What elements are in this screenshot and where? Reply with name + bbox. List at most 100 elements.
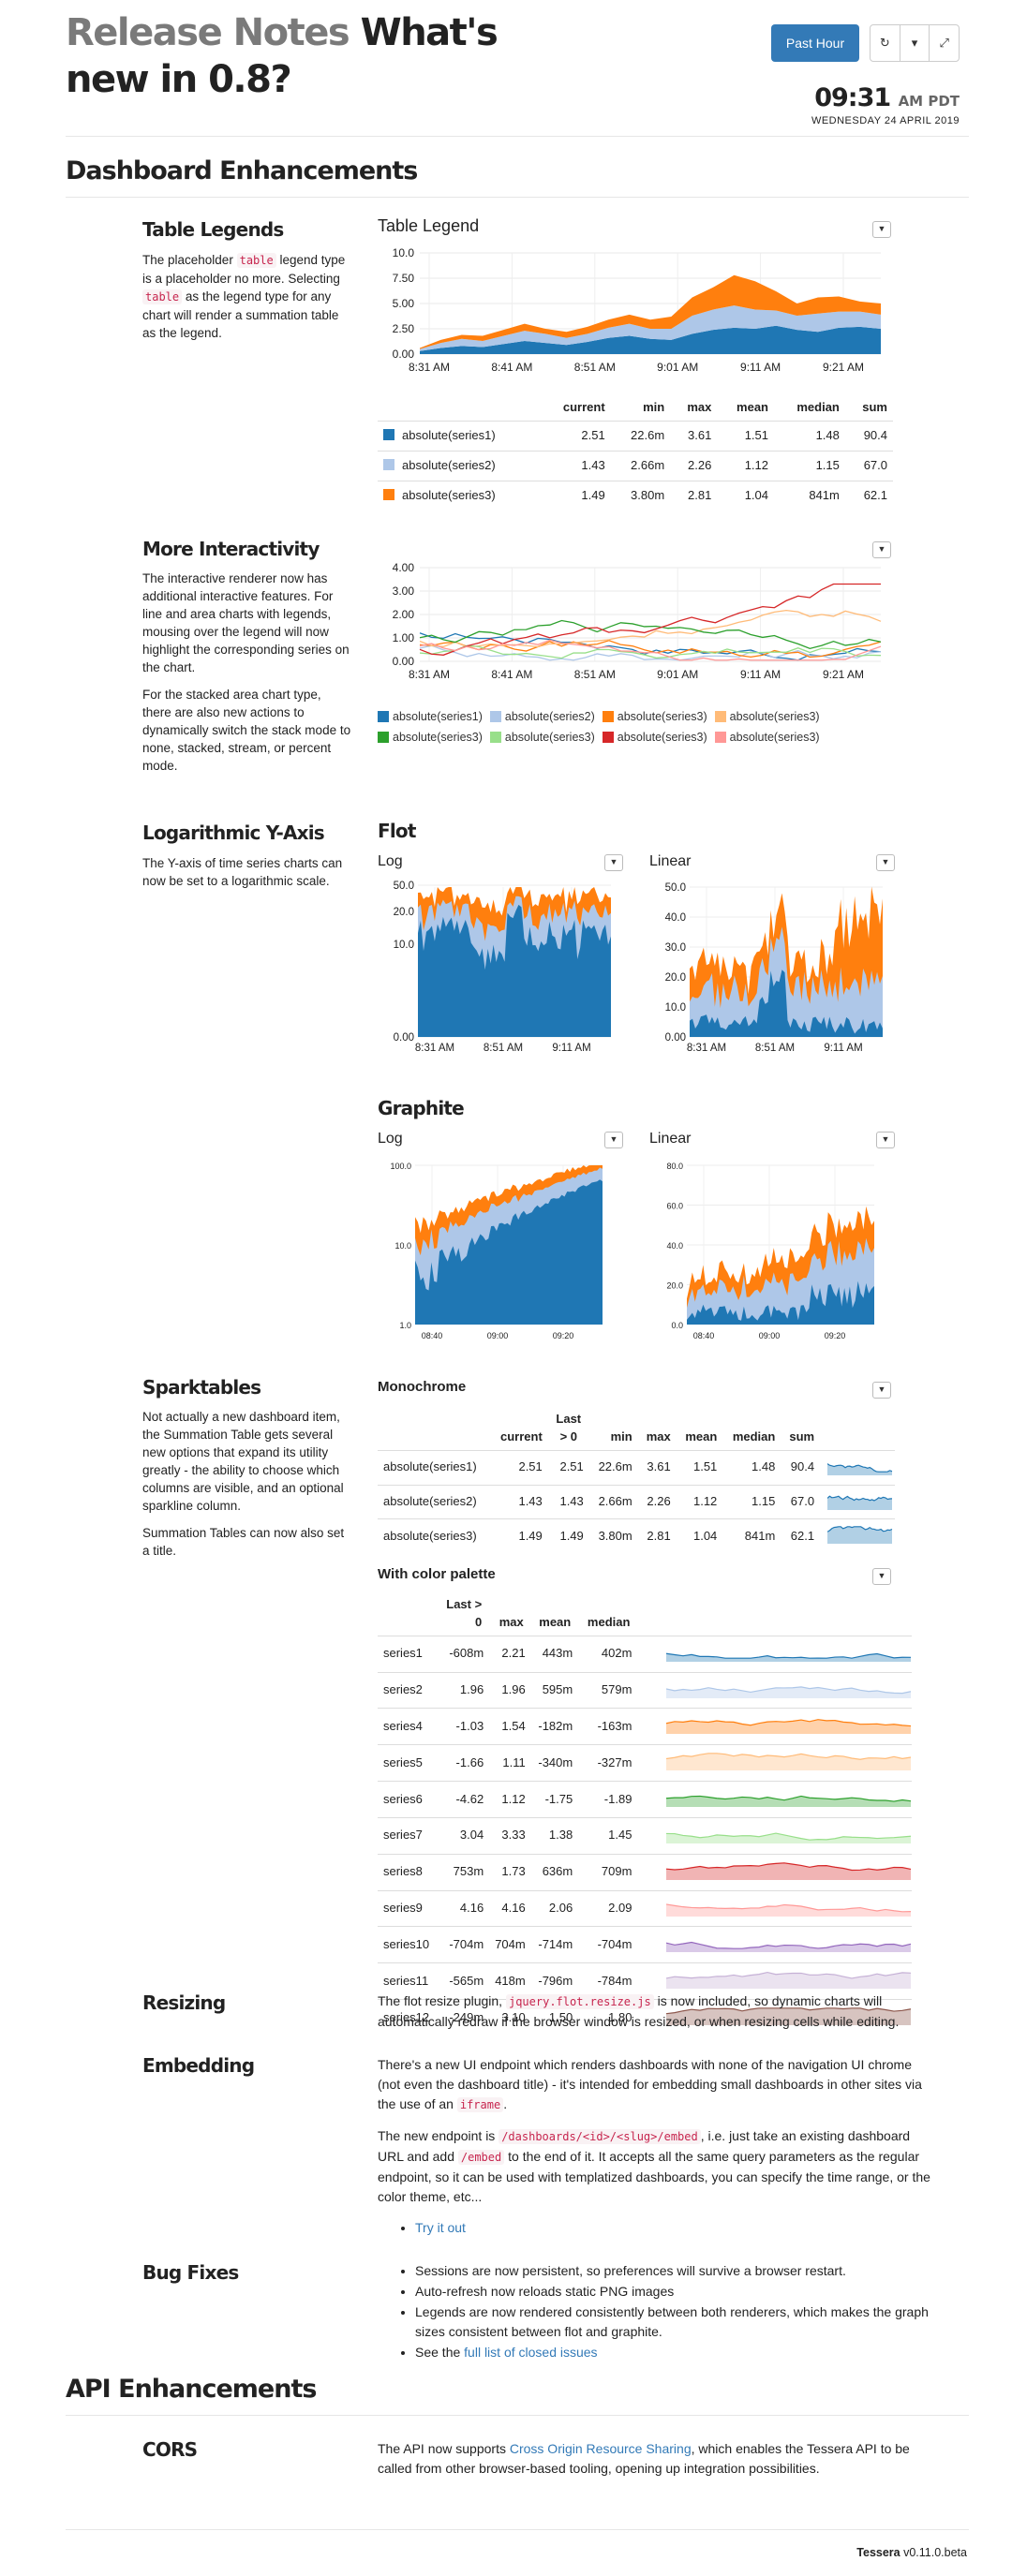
chart-menu-caret[interactable]: ▼ — [876, 854, 895, 871]
clock-zone: AM PDT — [898, 93, 960, 110]
x-tick-label: 9:11 AM — [824, 1043, 862, 1054]
x-tick-label: 8:31 AM — [409, 668, 450, 681]
section-heading-api: API Enhancements — [66, 2375, 317, 2404]
legend-item[interactable]: absolute(series3) — [489, 727, 595, 748]
legend-swatch — [602, 711, 614, 722]
column-header: mean — [685, 1429, 718, 1443]
y-tick-label: 20.0 — [665, 972, 686, 984]
x-tick-label: 8:31 AM — [687, 1043, 726, 1054]
clock-time: 09:31 — [814, 83, 891, 112]
y-tick-label: 100.0 — [390, 1162, 411, 1171]
legend-swatch — [378, 732, 389, 743]
interactive-line-chart: 0.00 1.00 2.00 3.00 4.00 8:31 AM 8:41 AM 8:51 A… — [393, 561, 882, 681]
divider — [66, 2529, 969, 2530]
legend-swatch — [714, 732, 726, 743]
legend-item[interactable]: absolute(series2) — [489, 706, 595, 727]
x-tick-label: 9:11 AM — [552, 1043, 590, 1054]
column-header: mean — [737, 400, 768, 414]
sparkline — [826, 1526, 893, 1545]
chart-menu-caret[interactable]: ▼ — [604, 1132, 623, 1148]
sparkline — [665, 1795, 912, 1808]
y-tick-label: 80.0 — [666, 1162, 683, 1171]
sparkline-fill — [666, 1862, 911, 1880]
flot-title: Flot — [378, 820, 416, 842]
divider — [66, 136, 969, 137]
column-header: max — [499, 1614, 524, 1629]
column-header: median — [587, 1614, 631, 1629]
table-row: series9 4.16 4.16 2.06 2.09 — [378, 1889, 912, 1927]
series-swatch — [383, 488, 394, 500]
chart-menu-caret[interactable]: ▼ — [872, 1382, 891, 1399]
heading-more-interactivity: More Interactivity — [142, 538, 320, 560]
table-row: absolute(series2) 1.43 2.66m 2.26 1.12 1.15 67… — [378, 450, 893, 481]
footer: Tessera v0.11.0.beta — [856, 2544, 967, 2561]
table-legend-chart: 0.00 2.50 5.00 7.50 10.0 8:31 AM 8:41 AM 8:51 A… — [393, 246, 881, 374]
caret-down-icon[interactable]: ▾ — [900, 25, 930, 61]
x-tick-label: 09:00 — [759, 1331, 781, 1340]
sparkline-fill — [827, 1527, 892, 1545]
chart-menu-caret[interactable]: ▼ — [872, 221, 891, 238]
x-tick-label: 8:51 AM — [574, 668, 616, 681]
legend-item[interactable]: absolute(series3) — [602, 727, 707, 748]
section-heading-dashboard: Dashboard Enhancements — [66, 156, 418, 185]
bug-fixes-body: Sessions are now persistent, so preferen… — [378, 2261, 930, 2363]
graphite-log-label: Log — [378, 1131, 403, 1147]
flot-linear-label: Linear — [649, 853, 692, 869]
footer-version: v0.11.0.beta — [903, 2546, 967, 2559]
column-header — [378, 1592, 440, 1636]
x-tick-label: 09:20 — [553, 1331, 574, 1340]
column-header — [378, 395, 541, 421]
time-range-button[interactable]: Past Hour — [771, 24, 859, 62]
column-header: mean — [539, 1614, 572, 1629]
x-tick-label: 8:31 AM — [415, 1043, 454, 1054]
page-title: Release Notes What's new in 0.8? — [66, 9, 553, 103]
column-header: current — [499, 1429, 543, 1443]
chart-menu-caret[interactable]: ▼ — [872, 541, 891, 558]
table-row: series6 -4.62 1.12 -1.75 -1.89 — [378, 1781, 912, 1818]
column-header — [378, 1407, 491, 1450]
heading-resizing: Resizing — [142, 1991, 226, 2014]
graphite-linear-chart: 0.0 20.0 40.0 60.0 80.0 08:40 09:00 09:20 — [666, 1162, 874, 1340]
table-row: series2 1.96 1.96 595m 579m — [378, 1671, 912, 1709]
closed-issues-link[interactable]: full list of closed issues — [464, 2345, 597, 2360]
x-tick-label: 08:40 — [422, 1331, 443, 1340]
divider — [66, 2415, 969, 2416]
try-it-out-link[interactable]: Try it out — [415, 2220, 466, 2235]
legend-item[interactable]: absolute(series3) — [602, 706, 707, 727]
sparkline — [665, 1832, 912, 1843]
y-tick-label: 0.00 — [393, 655, 415, 668]
legend-swatch — [489, 732, 501, 743]
refresh-icon[interactable]: ↻ — [871, 25, 900, 61]
legend-item[interactable]: absolute(series3) — [714, 727, 820, 748]
y-tick-label: 20.0 — [666, 1281, 683, 1291]
table-row: series1 -608m 2.21 443m 402m — [378, 1635, 912, 1673]
legend-item[interactable]: absolute(series1) — [378, 706, 483, 727]
chart-menu-caret[interactable]: ▼ — [872, 1568, 891, 1585]
y-tick-label: 1.0 — [399, 1321, 411, 1330]
sparkline — [826, 1462, 893, 1475]
column-header — [635, 1592, 912, 1636]
y-tick-label: 50.0 — [394, 881, 414, 892]
y-tick-label: 0.00 — [393, 348, 415, 361]
legend-item[interactable]: absolute(series3) — [714, 706, 820, 727]
cors-link[interactable]: Cross Origin Resource Sharing — [510, 2441, 692, 2456]
column-header: max — [687, 400, 712, 414]
compress-icon[interactable]: ⤢ — [930, 25, 959, 61]
chart-menu-caret[interactable]: ▼ — [876, 1132, 895, 1148]
divider — [66, 197, 969, 198]
flot-log-label: Log — [378, 853, 403, 869]
y-tick-label: 5.00 — [393, 297, 415, 310]
table-row: series4 -1.03 1.54 -182m -163m — [378, 1708, 912, 1745]
table-row: series7 3.04 3.33 1.38 1.45 — [378, 1816, 912, 1855]
y-tick-label: 1.00 — [393, 631, 415, 644]
heading-sparktables: Sparktables — [142, 1376, 261, 1399]
y-tick-label: 0.00 — [394, 1032, 414, 1044]
monochrome-title: Monochrome — [378, 1379, 467, 1395]
monochrome-table: current Last > 0 min max mean median sum absolu… — [378, 1407, 895, 1554]
legend-swatch — [602, 732, 614, 743]
x-tick-label: 9:21 AM — [823, 668, 864, 681]
sparkline — [826, 1495, 893, 1510]
chart-menu-caret[interactable]: ▼ — [604, 854, 623, 871]
sparkline-fill — [666, 1942, 911, 1953]
legend-item[interactable]: absolute(series3) — [378, 727, 483, 748]
